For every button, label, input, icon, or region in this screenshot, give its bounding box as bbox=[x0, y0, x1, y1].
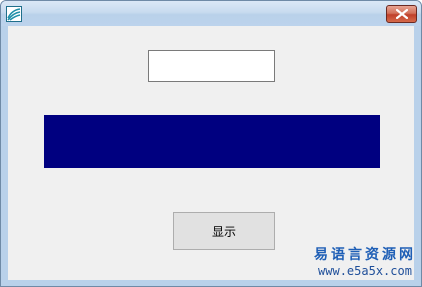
app-logo-icon bbox=[6, 6, 22, 22]
window-frame-bottom bbox=[1, 280, 421, 286]
watermark-url: www.e5a5x.com bbox=[318, 264, 412, 278]
watermark-title: 易语言资源网 bbox=[314, 247, 416, 263]
show-button[interactable]: 显示 bbox=[173, 212, 275, 250]
title-bar[interactable] bbox=[1, 1, 421, 26]
close-button[interactable] bbox=[386, 5, 417, 23]
close-icon bbox=[396, 9, 408, 19]
client-area: 显示 bbox=[8, 26, 414, 280]
app-window: 显示 bbox=[0, 0, 422, 287]
watermark: 易语言资源网 www.e5a5x.com bbox=[314, 247, 416, 279]
text-input[interactable] bbox=[148, 50, 275, 82]
display-label bbox=[44, 115, 380, 168]
